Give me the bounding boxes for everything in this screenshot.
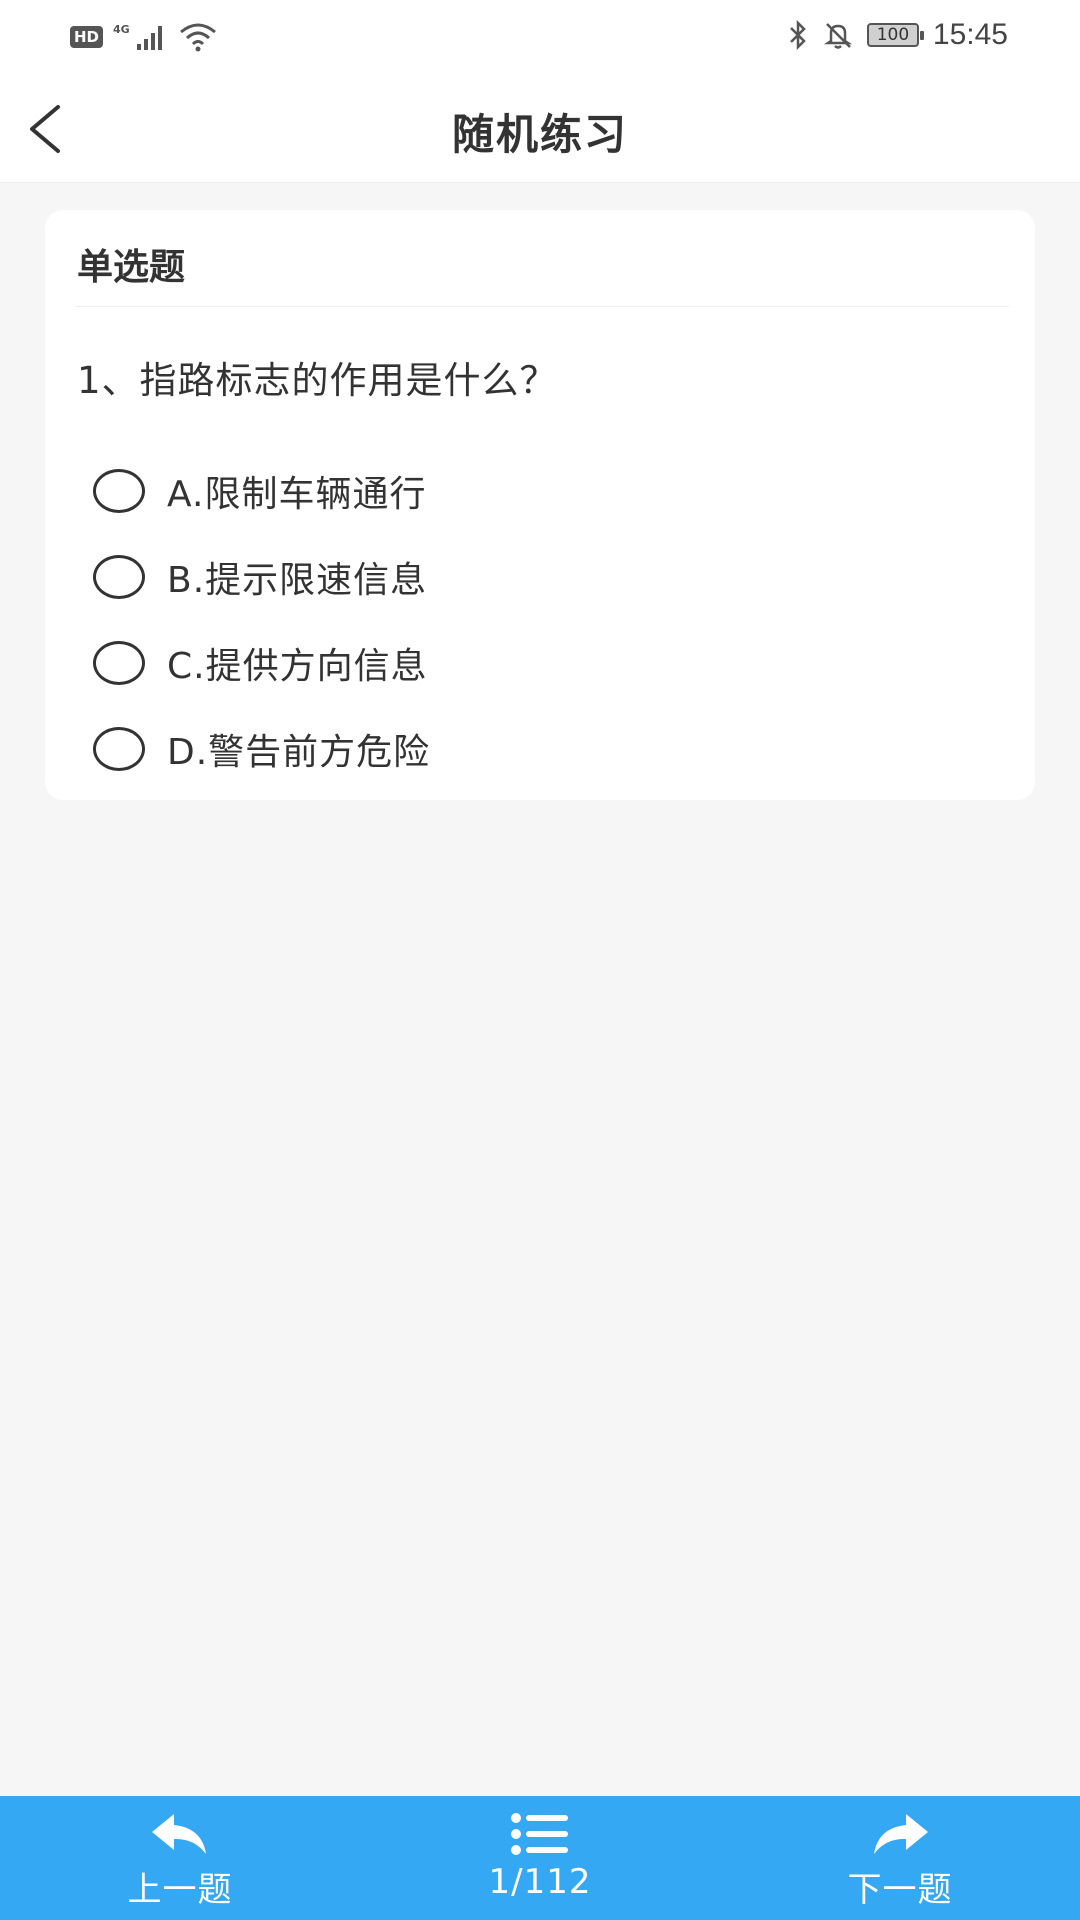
status-bar: HD 4G 100 15:45 bbox=[0, 0, 1080, 75]
question-text: 1、指路标志的作用是什么？ bbox=[77, 359, 558, 402]
status-right: 100 15:45 bbox=[787, 18, 1008, 52]
next-label: 下一题 bbox=[847, 1870, 953, 1910]
status-time: 15:45 bbox=[932, 18, 1008, 51]
option-label: B.提示限速信息 bbox=[167, 560, 428, 601]
option-d[interactable]: D.警告前方危险 bbox=[93, 706, 430, 792]
list-icon bbox=[511, 1813, 568, 1855]
header: 随机练习 bbox=[0, 75, 1080, 183]
network-label: 4G bbox=[113, 23, 130, 36]
hd-badge: HD bbox=[70, 26, 104, 48]
bluetooth-icon bbox=[790, 20, 806, 50]
battery-level: 100 bbox=[876, 25, 910, 45]
reply-arrow-icon bbox=[152, 1814, 206, 1854]
forward-arrow-icon bbox=[874, 1814, 928, 1854]
radio-icon[interactable] bbox=[93, 555, 145, 599]
radio-icon[interactable] bbox=[93, 641, 145, 685]
radio-icon[interactable] bbox=[93, 727, 145, 771]
divider bbox=[75, 306, 1009, 307]
radio-icon[interactable] bbox=[93, 469, 145, 513]
option-c[interactable]: C.提供方向信息 bbox=[93, 620, 430, 706]
next-question-button[interactable]: 下一题 bbox=[790, 1796, 1010, 1920]
question-list-button[interactable]: 1/112 bbox=[430, 1796, 650, 1920]
option-b[interactable]: B.提示限速信息 bbox=[93, 534, 430, 620]
status-left: HD 4G bbox=[70, 22, 217, 52]
option-label: C.提供方向信息 bbox=[167, 646, 428, 687]
prev-label: 上一题 bbox=[127, 1870, 233, 1910]
wifi-icon bbox=[180, 23, 216, 52]
question-card: 单选题 1、指路标志的作用是什么？ A.限制车辆通行 B.提示限速信息 C.提供… bbox=[45, 210, 1035, 800]
bottom-nav-bar: 上一题 1/112 下一题 bbox=[0, 1796, 1080, 1920]
progress-label: 1/112 bbox=[488, 1862, 592, 1902]
option-label: D.警告前方危险 bbox=[167, 732, 431, 773]
page-title: 随机练习 bbox=[451, 110, 628, 159]
battery-icon: 100 bbox=[866, 23, 924, 47]
option-a[interactable]: A.限制车辆通行 bbox=[93, 448, 430, 534]
question-type: 单选题 bbox=[77, 247, 186, 288]
options-list: A.限制车辆通行 B.提示限速信息 C.提供方向信息 D.警告前方危险 bbox=[93, 448, 430, 792]
option-label: A.限制车辆通行 bbox=[167, 474, 427, 515]
prev-question-button[interactable]: 上一题 bbox=[70, 1796, 290, 1920]
mute-icon bbox=[823, 23, 853, 49]
screen: HD 4G 100 15:45 随机练习 单选题 1、指路标志的作用是什么？ A… bbox=[0, 0, 1080, 1920]
signal-icon: 4G bbox=[113, 23, 163, 50]
